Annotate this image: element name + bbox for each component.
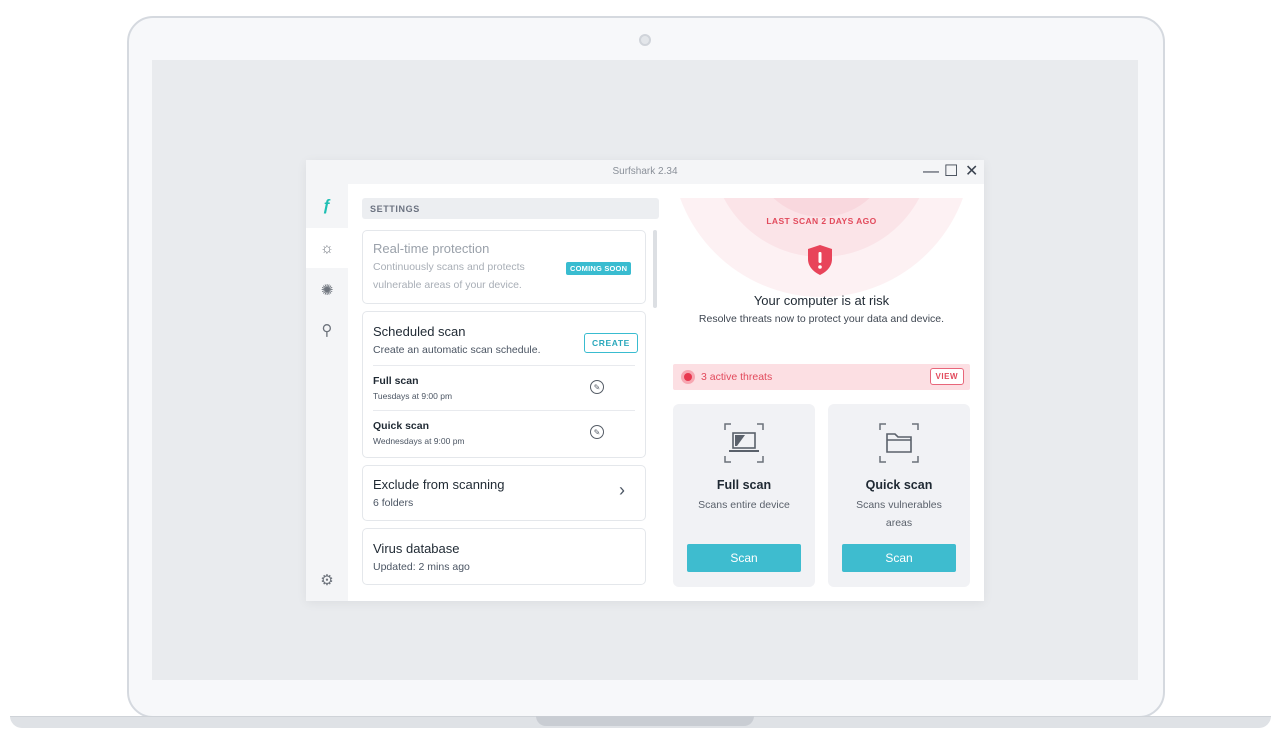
exclude-scanning-card[interactable]: Exclude from scanning 6 folders ›	[362, 465, 646, 521]
quick-scan-button[interactable]: Scan	[842, 544, 956, 572]
laptop-icon	[724, 423, 764, 463]
full-scan-schedule-name: Full scan	[373, 375, 419, 387]
full-scan-card: Full scan Scans entire device Scan	[673, 404, 815, 587]
minimize-button[interactable]: —	[923, 162, 939, 182]
quick-scan-title: Quick scan	[865, 478, 933, 492]
bug-icon[interactable]: ☼	[306, 228, 348, 268]
quick-scan-subtitle: Scans vulnerables areas	[856, 499, 942, 529]
quick-scan-card: Quick scan Scans vulnerables areas Scan	[828, 404, 970, 587]
scheduled-title: Scheduled scan	[373, 324, 466, 339]
surfshark-logo-icon[interactable]: ƒ	[306, 186, 348, 226]
full-scan-subtitle: Scans entire device	[698, 499, 790, 511]
maximize-button[interactable]: ☐	[944, 162, 958, 182]
coming-soon-badge: COMING SOON	[566, 262, 632, 275]
window-title: Surfshark 2.34	[612, 166, 678, 177]
folder-icon	[879, 423, 919, 463]
last-scan-label: LAST SCAN 2 DAYS AGO	[766, 216, 877, 226]
realtime-protection-card: Real-time protection Continuously scans …	[362, 230, 646, 304]
view-threats-button[interactable]: VIEW	[929, 368, 964, 385]
close-button[interactable]: ✕	[965, 162, 978, 182]
edit-pencil-icon[interactable]: ✎	[590, 380, 604, 394]
risk-subtitle: Resolve threats now to protect your data…	[698, 313, 945, 325]
risk-title: Your computer is at risk	[753, 293, 890, 308]
app-window: Surfshark 2.34 — ☐ ✕ ƒ ☼ ✺ ⚲ ⚙ SETTINGS …	[306, 160, 984, 601]
scheduled-scan-card: Scheduled scan Create an automatic scan …	[362, 311, 646, 458]
exclude-subtitle: 6 folders	[373, 497, 414, 509]
alert-bug-icon[interactable]: ✺	[306, 270, 348, 310]
full-scan-schedule-time: Tuesdays at 9:00 pm	[373, 391, 453, 401]
sidebar: ƒ ☼ ✺ ⚲ ⚙	[306, 184, 348, 601]
divider	[373, 365, 635, 366]
full-scan-button[interactable]: Scan	[687, 544, 801, 572]
camera-icon	[639, 34, 651, 46]
realtime-subtitle-line2: vulnerable areas of your device.	[373, 279, 522, 291]
scrollbar[interactable]	[653, 230, 657, 308]
quick-scan-schedule-name: Quick scan	[373, 420, 430, 432]
settings-header: SETTINGS	[362, 198, 659, 219]
full-scan-title: Full scan	[716, 478, 772, 492]
create-schedule-button[interactable]: CREATE	[584, 333, 638, 353]
scheduled-subtitle: Create an automatic scan schedule.	[373, 344, 541, 356]
search-zoom-icon[interactable]: ⚲	[306, 310, 348, 350]
quick-scan-schedule-time: Wednesdays at 9:00 pm	[373, 436, 465, 446]
title-bar: Surfshark 2.34 — ☐ ✕	[306, 160, 984, 184]
exclude-title: Exclude from scanning	[373, 477, 505, 492]
chevron-right-icon: ›	[619, 480, 625, 500]
virus-db-subtitle: Updated: 2 mins ago	[373, 561, 470, 573]
laptop-notch	[536, 716, 754, 726]
threat-dot-icon	[681, 370, 695, 384]
virus-db-title: Virus database	[373, 541, 460, 556]
gear-icon[interactable]: ⚙	[306, 560, 348, 600]
realtime-title: Real-time protection	[373, 241, 490, 256]
shield-alert-icon	[808, 245, 832, 275]
active-threats-bar: 3 active threats VIEW	[673, 364, 970, 390]
active-threats-label: 3 active threats	[701, 371, 773, 383]
virus-database-card: Virus database Updated: 2 mins ago	[362, 528, 646, 585]
divider	[373, 410, 635, 411]
edit-pencil-icon[interactable]: ✎	[590, 425, 604, 439]
